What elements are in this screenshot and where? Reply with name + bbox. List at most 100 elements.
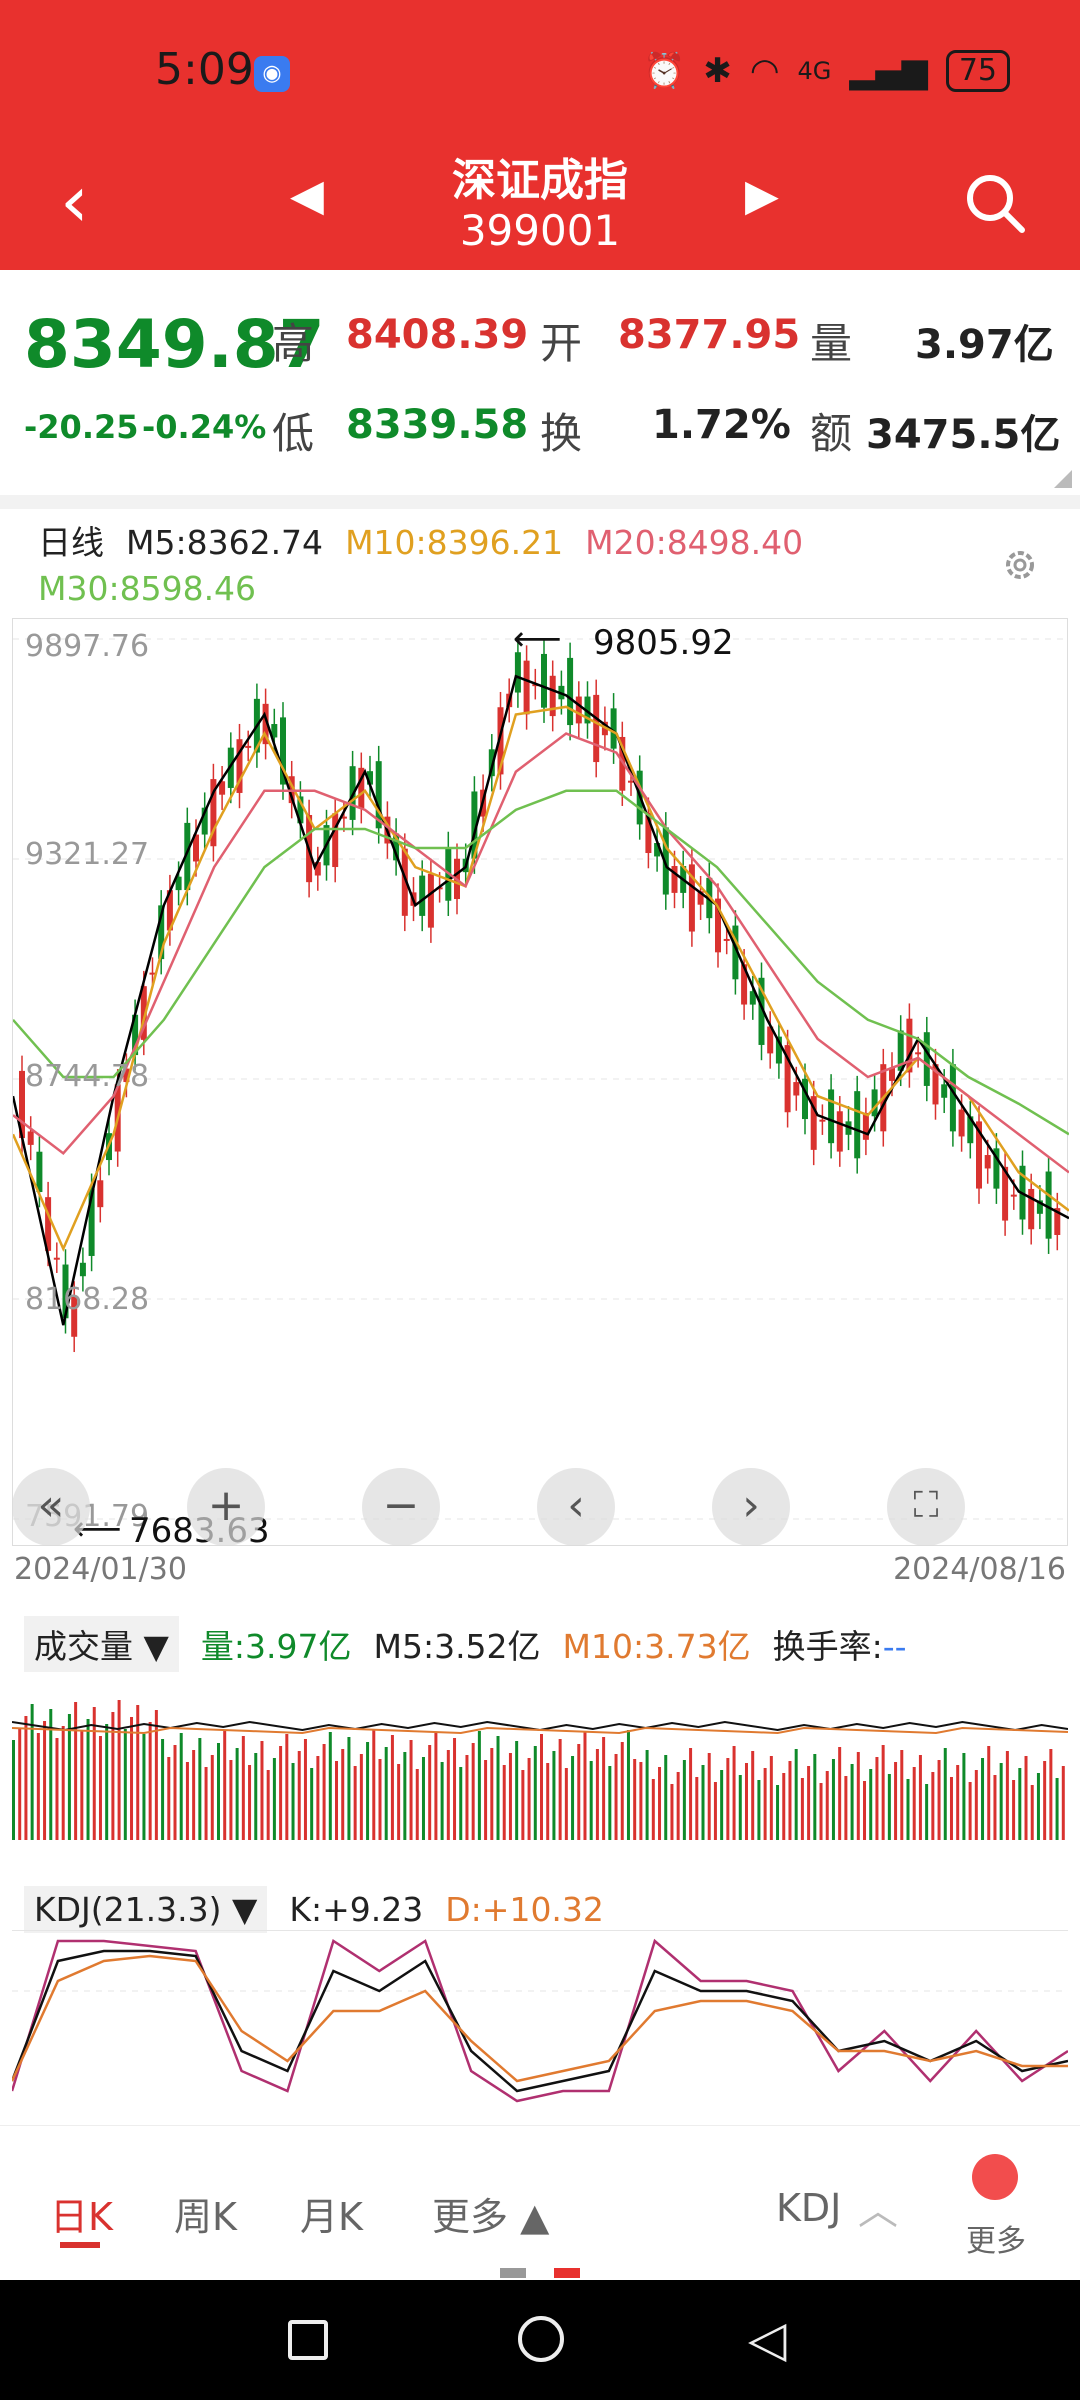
volume-bar bbox=[291, 1763, 295, 1840]
volume-bar bbox=[36, 1733, 40, 1840]
gear-icon[interactable] bbox=[1000, 545, 1040, 585]
open-label: 开 bbox=[540, 319, 583, 368]
volume-bar bbox=[794, 1749, 798, 1840]
volume-bar bbox=[316, 1756, 320, 1840]
kdj-chart[interactable] bbox=[12, 1930, 1068, 2110]
recents-icon[interactable] bbox=[288, 2320, 328, 2360]
volume-bar bbox=[67, 1714, 71, 1840]
page-indicator-dot-active bbox=[554, 2268, 580, 2278]
volume-bar bbox=[1049, 1749, 1053, 1840]
candle-body bbox=[984, 1155, 991, 1169]
tab-daily[interactable]: 日K bbox=[50, 2186, 113, 2241]
indicator-select[interactable]: KDJ bbox=[776, 2186, 841, 2230]
first-page-button[interactable]: « bbox=[12, 1468, 90, 1546]
volume-bar bbox=[24, 1716, 28, 1840]
ma30-label: M30:8598.46 bbox=[38, 569, 257, 608]
volume-bar bbox=[894, 1762, 898, 1840]
status-bar: 5:09 ◉ ⏰ ✱ ◠ 4G ▂▄▆ 75 bbox=[0, 0, 1080, 150]
candle-body bbox=[1028, 1188, 1035, 1230]
zoom-in-button[interactable]: + bbox=[187, 1468, 265, 1546]
volume-bar bbox=[359, 1754, 363, 1840]
volume-bar bbox=[477, 1731, 481, 1840]
candle-body bbox=[575, 696, 582, 724]
volume-bar bbox=[148, 1722, 152, 1840]
kdj-selector[interactable]: KDJ(21.3.3) ▼ bbox=[24, 1886, 268, 1933]
volume-bar bbox=[123, 1729, 127, 1840]
period-tabbar: 日K 周K 月K 更多 ▲ KDJ ︿ 更多 bbox=[0, 2125, 1080, 2280]
candle-body bbox=[941, 1084, 948, 1098]
volume-bar bbox=[508, 1753, 512, 1840]
volume-bar bbox=[881, 1745, 885, 1840]
volume-bar bbox=[981, 1758, 985, 1840]
more-icon[interactable] bbox=[972, 2154, 1018, 2200]
search-icon[interactable] bbox=[960, 168, 1030, 238]
high-value: 8408.39 bbox=[346, 312, 529, 358]
volume-bar bbox=[993, 1775, 997, 1840]
volume-bar bbox=[863, 1781, 867, 1840]
volume-bar bbox=[167, 1757, 171, 1840]
next-stock-icon[interactable]: ▶ bbox=[745, 170, 779, 221]
volume-bar bbox=[645, 1750, 649, 1840]
low-value: 8339.58 bbox=[346, 402, 529, 448]
turnover-value: 1.72% bbox=[652, 402, 791, 448]
chevron-up-icon[interactable]: ︿ bbox=[858, 2178, 898, 2236]
volume-bar bbox=[1036, 1773, 1040, 1840]
back-nav-icon[interactable]: ◁ bbox=[748, 2310, 786, 2368]
signal-icon: ▂▄▆ bbox=[849, 51, 928, 91]
volume-bar bbox=[782, 1773, 786, 1840]
tab-weekly[interactable]: 周K bbox=[174, 2186, 237, 2241]
volume-bar bbox=[912, 1767, 916, 1840]
ma-line-m10 bbox=[11, 705, 1070, 1252]
volume-bar bbox=[403, 1752, 407, 1840]
kdj-d-line bbox=[12, 1954, 1068, 2083]
volume-bar bbox=[850, 1764, 854, 1840]
volume-bar bbox=[366, 1742, 370, 1840]
zoom-out-button[interactable]: − bbox=[362, 1468, 440, 1546]
volume-bar bbox=[906, 1779, 910, 1840]
kline-chart[interactable]: 9897.76 9321.27 8744.78 8168.28 7591.79 … bbox=[11, 618, 1070, 1551]
page-indicator-dot bbox=[500, 2268, 526, 2278]
volume-bar bbox=[769, 1756, 773, 1840]
more-label[interactable]: 更多 bbox=[966, 2216, 1026, 2260]
volume-bar bbox=[198, 1738, 202, 1840]
fullscreen-button[interactable]: ⛶ bbox=[887, 1468, 965, 1546]
volume-bar bbox=[496, 1736, 500, 1840]
stock-code: 399001 bbox=[459, 206, 621, 255]
quote-panel: 8349.87 -20.25 -0.24% 高 8408.39 开 8377.9… bbox=[0, 270, 1080, 500]
volume-bar bbox=[869, 1769, 873, 1840]
volume-bar bbox=[713, 1782, 717, 1840]
volume-bar bbox=[527, 1758, 531, 1840]
home-icon[interactable] bbox=[518, 2316, 564, 2362]
ma20-label: M20:8498.40 bbox=[585, 523, 804, 562]
volume-bar bbox=[105, 1724, 109, 1840]
scroll-right-button[interactable]: › bbox=[712, 1468, 790, 1546]
volume-bar bbox=[726, 1758, 730, 1840]
candle-body bbox=[915, 1052, 922, 1055]
price-change-pct: -0.24% bbox=[142, 408, 267, 446]
tab-more[interactable]: 更多 ▲ bbox=[432, 2186, 549, 2241]
volume-bar bbox=[974, 1770, 978, 1840]
volume-bar bbox=[626, 1730, 630, 1840]
candle-body bbox=[97, 1180, 104, 1208]
volume-bar bbox=[1061, 1766, 1065, 1840]
volume-bar bbox=[925, 1784, 929, 1840]
volume-bar bbox=[421, 1757, 425, 1840]
scroll-left-button[interactable]: ‹ bbox=[537, 1468, 615, 1546]
volume-bar bbox=[614, 1754, 618, 1840]
volume-bar bbox=[92, 1707, 96, 1840]
volume-bar bbox=[819, 1783, 823, 1840]
corner-marker bbox=[1054, 470, 1072, 488]
volume-bar bbox=[540, 1734, 543, 1840]
volume-bar bbox=[937, 1760, 941, 1840]
volume-bar bbox=[117, 1700, 121, 1840]
volume-bar bbox=[887, 1774, 891, 1840]
volume-bar bbox=[807, 1766, 811, 1840]
candle-body bbox=[53, 1257, 60, 1260]
volume-bar bbox=[347, 1737, 351, 1840]
volume-bar bbox=[328, 1732, 332, 1840]
open-value: 8377.95 bbox=[618, 312, 801, 358]
volume-chart[interactable] bbox=[12, 1660, 1068, 1840]
candle-body bbox=[332, 813, 339, 868]
tab-monthly[interactable]: 月K bbox=[300, 2186, 363, 2241]
candle-body bbox=[36, 1151, 43, 1193]
